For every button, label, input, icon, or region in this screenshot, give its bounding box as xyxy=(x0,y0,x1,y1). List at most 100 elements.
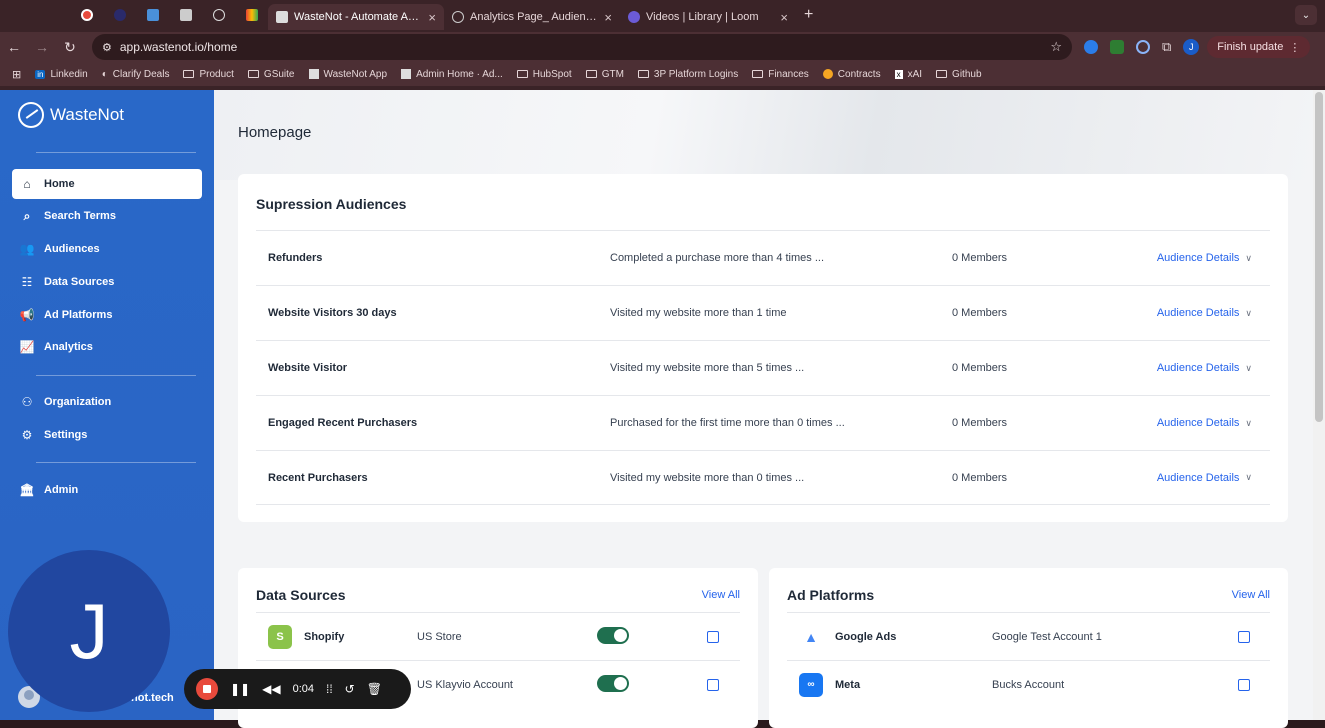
audience-details-button[interactable]: Audience Details ∨ xyxy=(1157,307,1252,319)
new-tab-button[interactable]: + xyxy=(804,6,813,24)
audience-name: Website Visitor xyxy=(268,362,348,374)
trash-icon[interactable]: 🗑 xyxy=(367,682,382,696)
bookmark-xai[interactable]: x xAI xyxy=(894,69,922,80)
sidebar-divider xyxy=(36,462,196,463)
audience-name: Recent Purchasers xyxy=(268,471,368,484)
bookmark-label: GTM xyxy=(601,68,624,80)
bookmark-contracts[interactable]: Contracts xyxy=(822,69,881,80)
audience-details-button[interactable]: Audience Details ∨ xyxy=(1157,472,1252,484)
source-enabled-toggle[interactable] xyxy=(597,675,629,692)
megaphone-icon: 📢 xyxy=(19,308,35,322)
reload-button[interactable]: ↻ xyxy=(56,39,84,56)
edit-icon[interactable] xyxy=(1238,631,1250,643)
finish-update-button[interactable]: Finish update ⋮ xyxy=(1207,36,1311,58)
sidebar-item-ad-platforms[interactable]: 📢 Ad Platforms xyxy=(12,300,202,330)
sidebar-item-settings[interactable]: ⚙ Settings xyxy=(12,420,202,450)
google-ads-icon: ▲ xyxy=(804,628,818,645)
bookmark-label: WasteNot App xyxy=(323,68,388,80)
tab-search-menu[interactable]: ⌄ xyxy=(1295,5,1317,25)
pinned-tab-4[interactable] xyxy=(169,0,202,30)
tab-analytics[interactable]: Analytics Page_ Audience Vie × xyxy=(444,4,620,30)
data-sources-view-all-link[interactable]: View All xyxy=(702,589,740,601)
note-favicon-icon xyxy=(146,9,159,21)
pinned-tab-3[interactable] xyxy=(136,0,169,30)
chevron-down-icon: ∨ xyxy=(1245,307,1252,318)
bookmark-clarify[interactable]: ◐ Clarify Deals xyxy=(102,69,170,80)
audience-details-button[interactable]: Audience Details ∨ xyxy=(1157,252,1252,264)
bookmark-github[interactable]: Github xyxy=(936,69,982,80)
shopify-icon: S xyxy=(268,624,292,649)
brand-logo[interactable]: WasteNot xyxy=(18,102,124,128)
source-account: US Klayvio Account xyxy=(417,678,513,691)
wastenot-favicon-icon xyxy=(276,11,288,23)
bookmark-wastenot-app[interactable]: WasteNot App xyxy=(308,68,388,80)
bookmark-star-icon[interactable]: ☆ xyxy=(1050,39,1062,55)
close-icon[interactable]: × xyxy=(780,10,788,25)
contracts-icon xyxy=(822,69,833,79)
bookmark-linkedin[interactable]: in Linkedin xyxy=(35,69,88,80)
tab-loom[interactable]: Videos | Library | Loom × xyxy=(620,4,796,30)
bookmark-finances[interactable]: Finances xyxy=(752,69,809,80)
close-icon[interactable]: × xyxy=(428,10,436,25)
bookmark-admin-home[interactable]: Admin Home · Ad... xyxy=(401,69,503,80)
bookmark-gsuite[interactable]: GSuite xyxy=(247,69,295,80)
rewind-icon[interactable]: ◀◀ xyxy=(262,682,280,696)
audience-details-button[interactable]: Audience Details ∨ xyxy=(1157,362,1252,374)
sidebar-item-home[interactable]: ⌂ Home xyxy=(12,169,202,199)
pinned-tab-2[interactable] xyxy=(103,0,136,30)
profile-avatar[interactable]: J xyxy=(1183,39,1200,55)
tab-title: Analytics Page_ Audience Vie xyxy=(470,11,598,23)
chevron-down-icon: ∨ xyxy=(1245,472,1252,482)
clarify-icon: ◐ xyxy=(101,68,108,80)
pinned-tab-5[interactable] xyxy=(202,0,235,30)
apps-grid-icon[interactable]: ⊞ xyxy=(12,68,21,81)
tab-wastenot[interactable]: WasteNot - Automate Audien × xyxy=(268,4,444,30)
sidebar-item-admin[interactable]: 🏛 Admin xyxy=(12,475,202,505)
source-enabled-toggle[interactable] xyxy=(597,627,629,644)
extension-g-icon[interactable] xyxy=(1136,40,1150,54)
scrollbar-thumb[interactable] xyxy=(1315,92,1323,422)
restart-icon[interactable]: ↺ xyxy=(345,682,355,696)
extension-green-icon[interactable] xyxy=(1110,40,1124,54)
sidebar-item-audiences[interactable]: 👥 Audiences xyxy=(12,234,202,264)
bookmark-hubspot[interactable]: HubSpot xyxy=(516,68,572,80)
edit-icon[interactable] xyxy=(1238,679,1250,691)
recording-timer: 0:04 xyxy=(292,683,314,695)
bookmark-label: 3P Platform Logins xyxy=(653,68,739,80)
folder-icon xyxy=(936,70,948,78)
tab-strip: WasteNot - Automate Audien × Analytics P… xyxy=(0,0,1325,30)
pause-icon[interactable]: ❚❚ xyxy=(230,682,250,696)
sidebar-item-analytics[interactable]: 📈 Analytics xyxy=(12,332,202,362)
puzzle-icon[interactable]: ⧉ xyxy=(1162,39,1171,55)
tab-title: Videos | Library | Loom xyxy=(646,11,759,23)
site-settings-icon[interactable]: ⚙ xyxy=(102,41,112,54)
extension-blue-icon[interactable] xyxy=(1084,40,1098,54)
edit-icon[interactable] xyxy=(707,631,719,643)
gear-icon: ⚙ xyxy=(21,428,33,442)
close-icon[interactable]: × xyxy=(604,10,612,25)
home-icon: ⌂ xyxy=(23,177,31,191)
table-row: Website Visitors 30 days Visited my webs… xyxy=(256,285,1270,340)
chevron-down-icon: ∨ xyxy=(1245,362,1252,373)
sidebar-item-data-sources[interactable]: ☷ Data Sources xyxy=(12,267,202,297)
pinned-tab-1[interactable] xyxy=(70,0,103,30)
sidebar-item-organization[interactable]: ⚇ Organization xyxy=(12,387,202,417)
pinned-tab-6[interactable] xyxy=(235,0,268,30)
bookmark-gtm[interactable]: GTM xyxy=(585,68,624,80)
users-icon: 👥 xyxy=(19,242,35,256)
back-button[interactable]: ← xyxy=(0,39,28,55)
edit-icon[interactable] xyxy=(707,679,719,691)
bookmark-product[interactable]: Product xyxy=(183,69,234,80)
drag-handle-icon[interactable]: ⁞⁞ xyxy=(326,682,333,696)
page-scrollbar[interactable] xyxy=(1313,90,1325,720)
forward-button[interactable]: → xyxy=(28,39,56,55)
address-bar[interactable]: ⚙ app.wastenot.io/home ☆ xyxy=(92,34,1072,60)
sidebar-item-search-terms[interactable]: ⌕ Search Terms xyxy=(12,201,202,231)
stop-recording-button[interactable] xyxy=(196,678,218,700)
bookmark-label: HubSpot xyxy=(532,68,572,80)
chevron-down-icon: ⌄ xyxy=(1301,9,1311,21)
webcam-avatar-bubble[interactable]: J xyxy=(8,550,170,712)
audience-details-button[interactable]: Audience Details ∨ xyxy=(1157,417,1252,429)
ad-platforms-view-all-link[interactable]: View All xyxy=(1232,589,1270,601)
bookmark-3p-logins[interactable]: 3P Platform Logins xyxy=(637,68,739,80)
